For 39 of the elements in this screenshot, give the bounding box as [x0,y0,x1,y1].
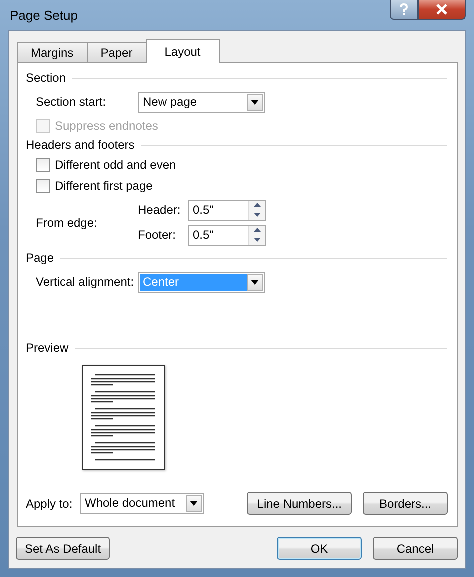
tab[interactable]: Layout [146,39,220,63]
window-title: Page Setup [9,8,78,22]
help-icon [398,2,410,16]
spin-field[interactable]: 0.5" [188,224,266,246]
dialog-button[interactable]: OK [277,537,362,560]
close-button[interactable] [418,0,466,20]
field-label: Apply to: [26,496,74,510]
checkbox-label: Different first page [55,178,153,192]
help-button[interactable] [390,0,418,20]
caret-icon [190,501,198,506]
dialog-button[interactable]: Borders... [363,492,448,515]
tab[interactable]: Paper [86,42,147,62]
checkbox-label: Suppress endnotes [55,118,158,132]
dialog-button[interactable]: Line Numbers... [247,492,352,515]
spin-field[interactable]: 0.5" [188,200,266,220]
tab[interactable]: Margins [17,42,88,62]
checkbox-label: Different odd and even [55,158,176,172]
caret-icon [251,280,259,284]
down-arrow-icon [254,212,260,217]
apply-to-dropdown[interactable]: Whole document [80,493,204,514]
field-label: Vertical alignment: [36,275,136,289]
checkbox[interactable] [36,158,50,172]
checkbox[interactable] [36,178,50,192]
group-heading: Preview [26,341,69,355]
up-arrow-icon [254,228,260,232]
field-label: Footer: [138,228,178,242]
dialog-button[interactable]: Cancel [373,537,458,560]
up-arrow-icon [254,203,260,208]
dialog-button[interactable]: Set As Default [16,537,110,560]
caret-icon [251,100,259,104]
close-icon [436,4,448,15]
field-label: From edge: [36,216,98,230]
group-heading: Section [26,71,66,85]
group-heading: Page [26,251,54,265]
field-label: Header: [138,203,182,217]
group-heading: Headers and footers [26,138,135,152]
field-label: Section start: [36,95,108,109]
down-arrow-icon [254,238,260,242]
section-start-dropdown[interactable]: New page [138,92,265,112]
